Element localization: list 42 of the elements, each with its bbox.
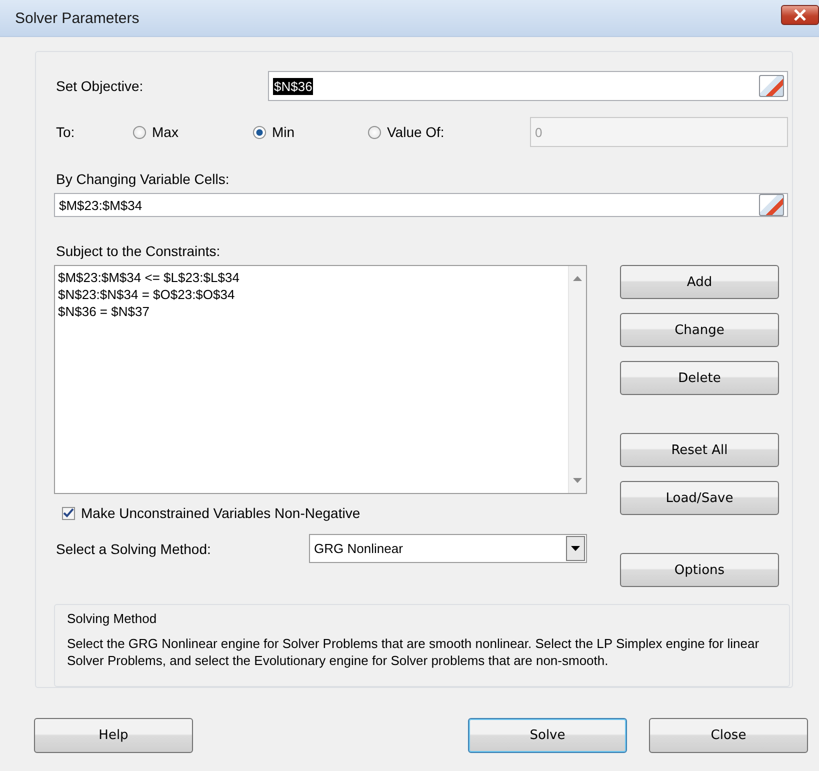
changing-cells-field[interactable]: $M$23:$M$34 xyxy=(54,193,788,217)
constraint-item[interactable]: $N$23:$N$34 = $O$23:$O$34 xyxy=(58,286,568,303)
checkbox[interactable] xyxy=(62,506,75,520)
info-title: Solving Method xyxy=(67,611,158,626)
scroll-down-icon[interactable] xyxy=(573,478,582,483)
objective-label: Set Objective: xyxy=(55,78,144,94)
info-text: Select the GRG Nonlinear engine for Solver Problems that are smooth nonlinear. Select the LP Simplex engine for linear Solver Problems, and select the Evolutionary engine for Solver problems that are non-smooth. xyxy=(67,635,760,669)
footer-button[interactable]: Help xyxy=(34,718,193,753)
constraint-button[interactable]: Delete xyxy=(620,361,779,395)
changing-cells-value: $M$23:$M$34 xyxy=(59,198,142,212)
checkbox-label[interactable]: Make Unconstrained Variables Non-Negative xyxy=(81,505,360,521)
constraint-button[interactable]: Add xyxy=(620,265,779,299)
changing-cells-label: By Changing Variable Cells: xyxy=(55,171,230,187)
window-title: Solver Parameters xyxy=(15,10,140,26)
radio-label[interactable]: Value Of: xyxy=(387,124,444,140)
radio-label[interactable]: Max xyxy=(152,124,178,140)
objective-field[interactable]: $N$36 xyxy=(268,71,788,101)
options-button[interactable]: Options xyxy=(620,553,779,587)
value-field-text: 0 xyxy=(535,124,542,140)
range-select-icon[interactable] xyxy=(759,194,784,216)
scroll-up-icon[interactable] xyxy=(573,276,582,281)
constraints-label: Subject to the Constraints: xyxy=(55,243,222,259)
radio-button[interactable] xyxy=(368,126,381,138)
footer-button[interactable]: Solve xyxy=(468,718,627,753)
objective-value: $N$36 xyxy=(273,78,314,94)
solving-method-label: Select a Solving Method: xyxy=(55,540,212,556)
footer-button[interactable]: Close xyxy=(649,718,808,753)
constraint-item[interactable]: $M$23:$M$34 <= $L$23:$L$34 xyxy=(58,269,568,286)
constraint-button[interactable]: Reset All xyxy=(620,433,779,467)
constraint-button[interactable]: Load/Save xyxy=(620,481,779,515)
to-label: To: xyxy=(55,124,76,140)
constraint-item[interactable]: $N$36 = $N$37 xyxy=(58,303,568,320)
constraint-button[interactable]: Change xyxy=(620,313,779,347)
solving-method-dropdown[interactable]: GRG Nonlinear xyxy=(309,534,587,563)
close-icon xyxy=(793,9,807,21)
radio-label[interactable]: Min xyxy=(272,124,295,140)
radio-button[interactable] xyxy=(133,126,146,138)
scrollbar[interactable] xyxy=(568,266,586,493)
radio-button[interactable] xyxy=(253,126,266,138)
constraints-list[interactable]: $M$23:$M$34 <= $L$23:$L$34 $N$23:$N$34 = $O$23:$O$34 $N$36 = $N$37 xyxy=(54,265,587,494)
range-select-icon[interactable] xyxy=(759,75,784,97)
close-button[interactable] xyxy=(781,5,819,25)
